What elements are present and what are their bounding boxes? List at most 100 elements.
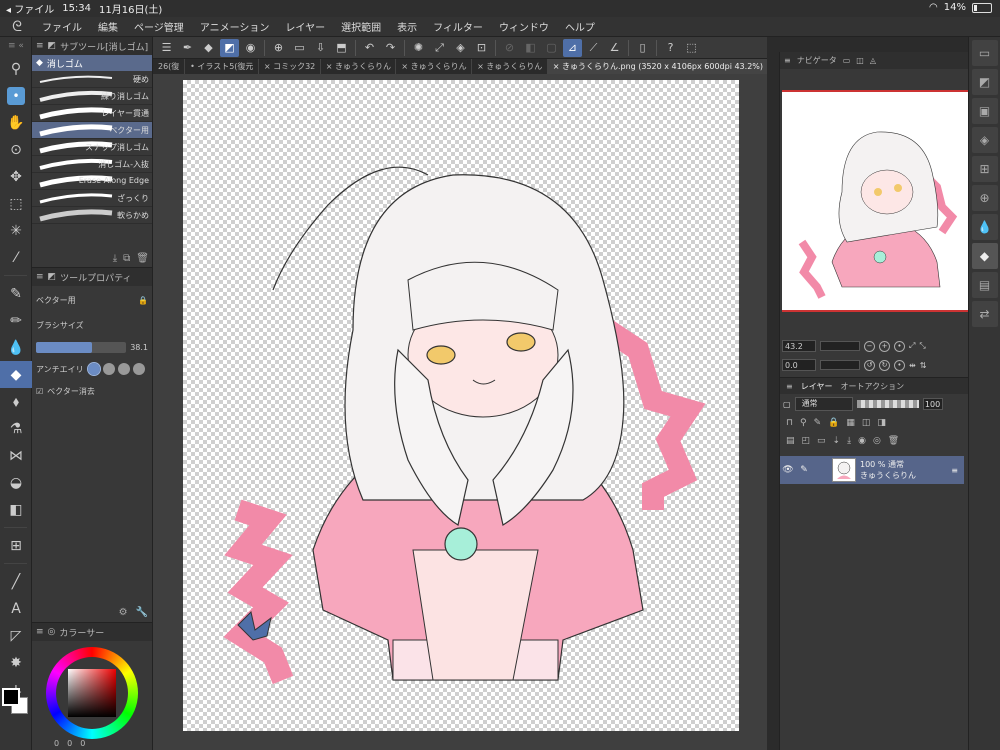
settings-icon[interactable]: ⚙ [119, 607, 128, 618]
panel-menu-icon[interactable]: ≡ [786, 382, 793, 391]
invert-selection-icon[interactable]: ◧ [521, 39, 540, 57]
fit-canvas-icon[interactable]: ⤡ [919, 341, 925, 351]
rotate-reset-icon[interactable]: • [894, 359, 905, 371]
dock-brush-icon[interactable]: 💧 [971, 214, 998, 240]
figure-tool-icon[interactable]: ╱ [0, 568, 32, 595]
menu-filter[interactable]: フィルター [425, 19, 491, 34]
zoom-tool-icon[interactable]: ⚲ [0, 55, 32, 82]
menu-icon[interactable]: ☰ [157, 39, 176, 57]
panel-menu-icon[interactable]: ≡ [36, 41, 44, 51]
tab-doc[interactable]: • イラスト5(復元 [185, 59, 259, 74]
antialias-medium-option[interactable] [117, 363, 130, 375]
grid-snap-icon[interactable]: ∠ [605, 39, 624, 57]
pen-tool-icon[interactable]: ✎ [0, 280, 32, 307]
dock-menu-icon[interactable]: ▭ [971, 40, 998, 66]
fullscreen-icon[interactable]: ⬚ [682, 39, 701, 57]
rotate-right-icon[interactable]: ↻ [879, 359, 890, 371]
layer-tab[interactable]: レイヤー [801, 381, 833, 392]
layer-mask-icon[interactable]: ◉ [858, 436, 866, 446]
back-to-app[interactable]: ◂ ファイル [6, 1, 54, 16]
rotate-left-icon[interactable]: ↺ [864, 359, 875, 371]
zoom-value[interactable]: 43.2 [782, 340, 816, 352]
auto-select-tool-icon[interactable]: ⊙ [0, 136, 32, 163]
loading-icon[interactable]: ✺ [409, 39, 428, 57]
magic-wand-icon[interactable]: ✳ [0, 217, 32, 244]
auto-action-tab[interactable]: オートアクション [840, 381, 904, 392]
menu-window[interactable]: ウィンドウ [491, 19, 557, 34]
flip-horizontal-icon[interactable]: ⇹ [909, 361, 916, 370]
crop-icon[interactable]: ⊡ [472, 39, 491, 57]
vector-eraser-icon[interactable]: ◩ [220, 38, 239, 57]
drawing-canvas[interactable] [183, 80, 739, 731]
balloon-tool-icon[interactable]: ◸ [0, 622, 32, 649]
deselect-icon[interactable]: ⊘ [500, 39, 519, 57]
info-tab-icon[interactable]: ◫ [856, 56, 864, 65]
panel-menu-icon[interactable]: ≡ [36, 627, 44, 637]
merge-down-icon[interactable]: ⤓ [847, 436, 851, 446]
menu-file[interactable]: ファイル [34, 19, 90, 34]
fill-bucket-icon[interactable]: ◈ [451, 39, 470, 57]
lock-transparency-icon[interactable]: ▦ [846, 418, 855, 428]
brush-item[interactable]: 軟らかめ [32, 207, 152, 224]
fill-tool-icon[interactable]: ◒ [0, 469, 32, 496]
download-icon[interactable]: ⤓ [113, 253, 117, 264]
hand-tool-icon[interactable]: ✋ [0, 109, 32, 136]
open-folder-icon[interactable]: ▭ [290, 39, 309, 57]
brush-item[interactable]: Erase Along Edge [32, 173, 152, 190]
redo-icon[interactable]: ↷ [381, 39, 400, 57]
special-ruler-icon[interactable]: ⟋ [584, 39, 603, 57]
collapse-icon[interactable]: ≡ « [0, 37, 32, 55]
brush-size-slider[interactable] [36, 341, 127, 353]
dock-material-icon[interactable]: ◈ [971, 127, 998, 153]
antialias-strong-option[interactable] [132, 363, 145, 375]
zoom-out-icon[interactable]: − [864, 340, 875, 352]
text-tool-icon[interactable]: A [0, 595, 32, 622]
dock-property-icon[interactable]: ▤ [971, 272, 998, 298]
subtool-group[interactable]: ◆ 消しゴム [32, 55, 152, 71]
menu-selection[interactable]: 選択範囲 [333, 19, 389, 34]
new-folder-icon[interactable]: ▭ [817, 436, 826, 446]
clipping-icon[interactable]: ⊓ [786, 418, 793, 428]
antialias-weak-option[interactable] [102, 363, 115, 375]
lock-layer-icon[interactable]: 🔒 [828, 418, 839, 428]
menu-edit[interactable]: 編集 [90, 19, 126, 34]
rotate-value[interactable]: 0.0 [782, 359, 816, 371]
vector-erase-checkbox[interactable]: ☑ [36, 387, 43, 396]
help-icon[interactable]: ? [661, 39, 680, 57]
app-logo-icon[interactable]: ᘓ [0, 19, 34, 35]
layer-menu-icon[interactable]: ≡ [951, 466, 958, 475]
rotate-slider[interactable] [820, 360, 860, 370]
menu-help[interactable]: ヘルプ [557, 19, 603, 34]
mountain-tab-icon[interactable]: ◬ [870, 56, 876, 65]
frame-tool-icon[interactable]: ⊞ [0, 532, 32, 559]
eraser-tool-icon[interactable]: ◆ [0, 361, 32, 388]
tab-doc[interactable]: × きゅうくらりん [396, 59, 473, 74]
brush-tool-icon[interactable]: 💧 [0, 334, 32, 361]
eye-icon[interactable]: ◉ [241, 39, 260, 57]
selection-tool-icon[interactable]: ⬚ [0, 190, 32, 217]
saturation-value-square[interactable] [68, 669, 116, 717]
pen-icon[interactable]: ✒ [178, 39, 197, 57]
pencil-tool-icon[interactable]: ✏ [0, 307, 32, 334]
gradient-tool-icon[interactable]: ◧ [0, 496, 32, 523]
opacity-slider[interactable] [856, 400, 919, 408]
selection-border-icon[interactable]: ▢ [542, 39, 561, 57]
tab-active-doc[interactable]: × きゅうくらりん.png (3520 x 4106px 600dpi 43.2… [547, 59, 768, 74]
eraser-icon[interactable]: ◆ [199, 39, 218, 57]
tab-doc[interactable]: × きゅうくらりん [321, 59, 397, 74]
brush-item[interactable]: スナップ消しゴム [32, 139, 152, 156]
blend-tool-icon[interactable]: ⋈ [0, 442, 32, 469]
navigator-title[interactable]: ナビゲータ [797, 55, 837, 66]
main-color-chip[interactable] [2, 688, 20, 706]
eyedropper-icon[interactable]: ⁄ [0, 244, 32, 271]
export-icon[interactable]: ⬒ [332, 39, 351, 57]
zoom-slider[interactable] [820, 341, 860, 351]
menu-view[interactable]: 表示 [389, 19, 425, 34]
draft-layer-icon[interactable]: ✎ [814, 418, 822, 428]
wrench-icon[interactable]: 🔧 [136, 607, 148, 618]
undo-icon[interactable]: ↶ [360, 39, 379, 57]
layer-color-icon[interactable]: ◨ [877, 418, 886, 428]
lock-icon[interactable]: 🔒 [138, 296, 148, 305]
navigator-preview[interactable] [782, 90, 968, 312]
hue-ring[interactable] [46, 647, 138, 739]
